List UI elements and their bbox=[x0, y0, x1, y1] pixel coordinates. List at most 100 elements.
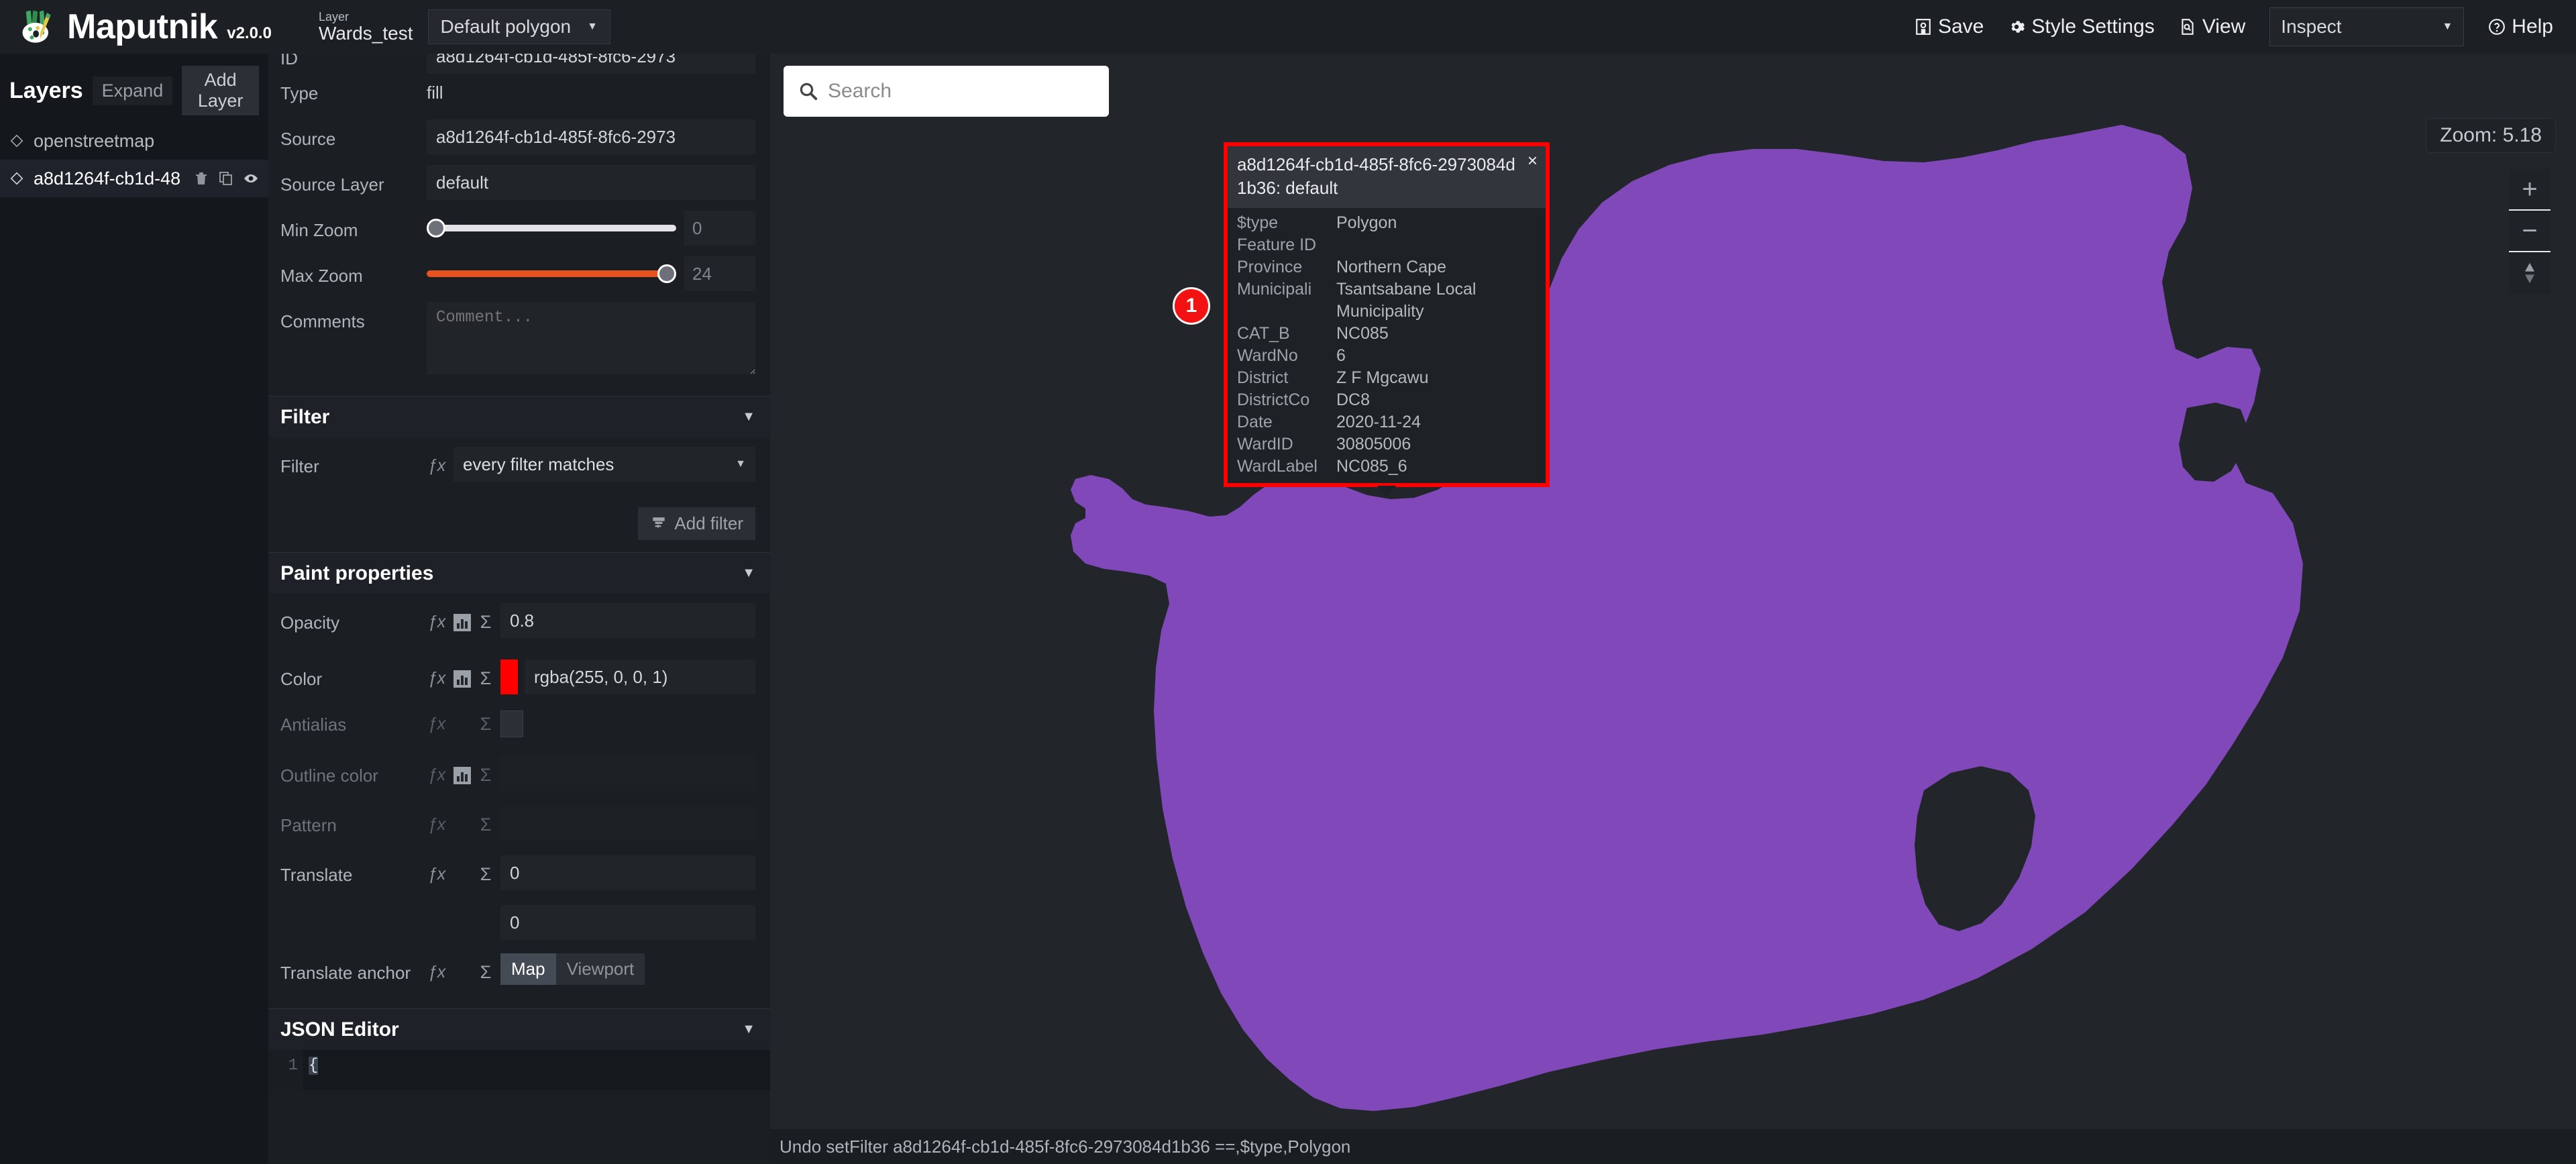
comments-control bbox=[427, 302, 755, 374]
popup-property-row: DistrictCo DC8 bbox=[1228, 389, 1546, 411]
prop-row-translate: Translate ƒx Σ 0 bbox=[268, 855, 770, 905]
fx-icon[interactable]: ƒx bbox=[427, 659, 447, 688]
map-canvas[interactable] bbox=[770, 54, 2576, 1164]
search-input[interactable] bbox=[828, 80, 1094, 103]
fx-icon[interactable]: ƒx bbox=[427, 855, 447, 884]
popup-title: a8d1264f-cb1d-485f-8fc6-2973084d1b36: de… bbox=[1237, 154, 1515, 199]
add-layer-button[interactable]: Add Layer bbox=[182, 66, 259, 115]
paint-properties-section-header[interactable]: Paint properties ▼ bbox=[268, 552, 770, 594]
sigma-icon[interactable]: Σ bbox=[478, 659, 494, 689]
sigma-icon[interactable]: Σ bbox=[478, 855, 494, 885]
json-editor[interactable]: 1 { bbox=[268, 1050, 770, 1090]
chart-icon[interactable] bbox=[453, 670, 471, 688]
max-zoom-slider-knob[interactable] bbox=[657, 264, 676, 283]
json-line-content[interactable]: { bbox=[303, 1050, 319, 1090]
annotation-badge-1: 1 bbox=[1173, 287, 1210, 325]
close-icon[interactable]: × bbox=[1527, 152, 1538, 169]
popup-property-value: Municipality bbox=[1336, 302, 1424, 321]
popup-property-value: Tsantsabane Local bbox=[1336, 280, 1477, 299]
fx-icon[interactable]: ƒx bbox=[427, 603, 447, 632]
min-zoom-slider-knob[interactable] bbox=[427, 219, 445, 237]
popup-property-key: DistrictCo bbox=[1237, 390, 1310, 410]
comments-label: Comments bbox=[280, 311, 365, 331]
source-label: Source bbox=[280, 129, 336, 149]
prop-row-comments: Comments bbox=[268, 302, 770, 389]
opacity-label: Opacity bbox=[280, 613, 340, 633]
popup-property-row: Date 2020-11-24 bbox=[1228, 411, 1546, 433]
layer-selector-group: Layer Wards_test Default polygon ▼ bbox=[319, 9, 610, 44]
view-mode-select[interactable]: Inspect ▼ bbox=[2269, 7, 2465, 46]
min-zoom-value[interactable]: 0 bbox=[684, 211, 755, 246]
eye-visibility-icon[interactable] bbox=[243, 170, 259, 187]
antialias-checkbox[interactable] bbox=[500, 710, 523, 737]
pattern-input[interactable] bbox=[500, 806, 755, 841]
source-layer-input[interactable]: default bbox=[427, 165, 755, 200]
popup-property-value: DC8 bbox=[1336, 390, 1371, 410]
save-button[interactable]: Save bbox=[1915, 15, 1984, 38]
app-name: Maputnik bbox=[67, 7, 218, 46]
app-brand: Maputnik v2.0.0 bbox=[20, 7, 272, 47]
popup-property-row: Municipality bbox=[1228, 301, 1546, 323]
copy-icon[interactable] bbox=[218, 170, 234, 187]
map-zoom-controls: + − bbox=[2509, 169, 2551, 294]
fx-icon[interactable]: ƒx bbox=[427, 806, 447, 835]
chart-icon[interactable] bbox=[453, 767, 471, 784]
popup-property-value: 2020-11-24 bbox=[1336, 413, 1421, 432]
sigma-icon[interactable]: Σ bbox=[478, 806, 494, 835]
sigma-icon[interactable]: Σ bbox=[478, 756, 494, 786]
expand-layers-button[interactable]: Expand bbox=[92, 76, 173, 105]
translate-x-input[interactable]: 0 bbox=[500, 855, 755, 890]
add-filter-button[interactable]: Add filter bbox=[638, 507, 755, 540]
style-settings-button[interactable]: Style Settings bbox=[2008, 15, 2155, 38]
translate-y-input[interactable]: 0 bbox=[500, 905, 755, 940]
max-zoom-slider[interactable] bbox=[427, 256, 676, 291]
map-viewport[interactable]: Zoom: 5.18 + − 1 bbox=[770, 54, 2576, 1164]
view-button[interactable]: View bbox=[2179, 15, 2245, 38]
help-button[interactable]: Help bbox=[2488, 15, 2553, 38]
translate-anchor-map-button[interactable]: Map bbox=[500, 953, 556, 985]
opacity-control: ƒx Σ 0.8 bbox=[427, 603, 755, 638]
style-settings-label: Style Settings bbox=[2031, 15, 2155, 38]
popup-property-row: $type Polygon bbox=[1228, 212, 1546, 234]
popup-property-value: NC085_6 bbox=[1336, 457, 1407, 476]
filter-select[interactable]: every filter matches ▼ bbox=[453, 447, 755, 482]
minus-icon: − bbox=[2522, 216, 2538, 246]
trash-icon[interactable] bbox=[193, 170, 209, 187]
prop-row-opacity: Opacity ƒx Σ 0.8 bbox=[268, 603, 770, 649]
chart-icon[interactable] bbox=[453, 614, 471, 631]
outline-color-input[interactable] bbox=[500, 756, 755, 791]
zoom-out-button[interactable]: − bbox=[2509, 211, 2551, 252]
opacity-input[interactable]: 0.8 bbox=[500, 603, 755, 638]
color-swatch[interactable] bbox=[500, 659, 518, 694]
max-zoom-control: 24 bbox=[427, 256, 755, 291]
style-dropdown[interactable]: Default polygon ▼ bbox=[427, 9, 610, 44]
json-editor-section-header[interactable]: JSON Editor ▼ bbox=[268, 1008, 770, 1050]
max-zoom-label: Max Zoom bbox=[280, 266, 363, 286]
translate-anchor-viewport-button[interactable]: Viewport bbox=[555, 953, 645, 985]
id-input[interactable]: a8d1264f-cb1d-485f-8fc6-2973 bbox=[427, 54, 755, 74]
layer-name: openstreetmap bbox=[34, 130, 155, 151]
max-zoom-value[interactable]: 24 bbox=[684, 256, 755, 291]
layer-list-item-openstreetmap[interactable]: openstreetmap bbox=[0, 122, 268, 160]
layer-list-item-selected[interactable]: a8d1264f-cb1d-485f- bbox=[0, 160, 268, 197]
feature-inspect-popup[interactable]: a8d1264f-cb1d-485f-8fc6-2973084d1b36: de… bbox=[1224, 142, 1550, 498]
antialias-label: Antialias bbox=[280, 715, 347, 735]
fx-icon[interactable]: ƒx bbox=[427, 756, 447, 785]
zoom-in-button[interactable]: + bbox=[2509, 169, 2551, 211]
map-search-box[interactable] bbox=[784, 66, 1109, 117]
chevron-down-icon: ▼ bbox=[587, 21, 598, 32]
filter-section-header[interactable]: Filter ▼ bbox=[268, 396, 770, 437]
fx-icon[interactable]: ƒx bbox=[427, 953, 447, 982]
fx-icon[interactable]: ƒx bbox=[427, 447, 447, 476]
color-input[interactable]: rgba(255, 0, 0, 1) bbox=[525, 659, 755, 694]
fx-icon[interactable]: ƒx bbox=[427, 705, 447, 734]
sigma-icon[interactable]: Σ bbox=[478, 705, 494, 735]
source-input[interactable]: a8d1264f-cb1d-485f-8fc6-2973 bbox=[427, 119, 755, 154]
min-zoom-slider[interactable] bbox=[427, 211, 676, 246]
sigma-icon[interactable]: Σ bbox=[478, 603, 494, 633]
comments-textarea[interactable] bbox=[427, 302, 755, 374]
sigma-icon[interactable]: Σ bbox=[478, 953, 494, 983]
layers-panel: Layers Expand Add Layer openstreetmap a8… bbox=[0, 54, 268, 1164]
prop-row-id: ID a8d1264f-cb1d-485f-8fc6-2973 bbox=[268, 54, 770, 74]
compass-reset-button[interactable] bbox=[2509, 252, 2551, 294]
